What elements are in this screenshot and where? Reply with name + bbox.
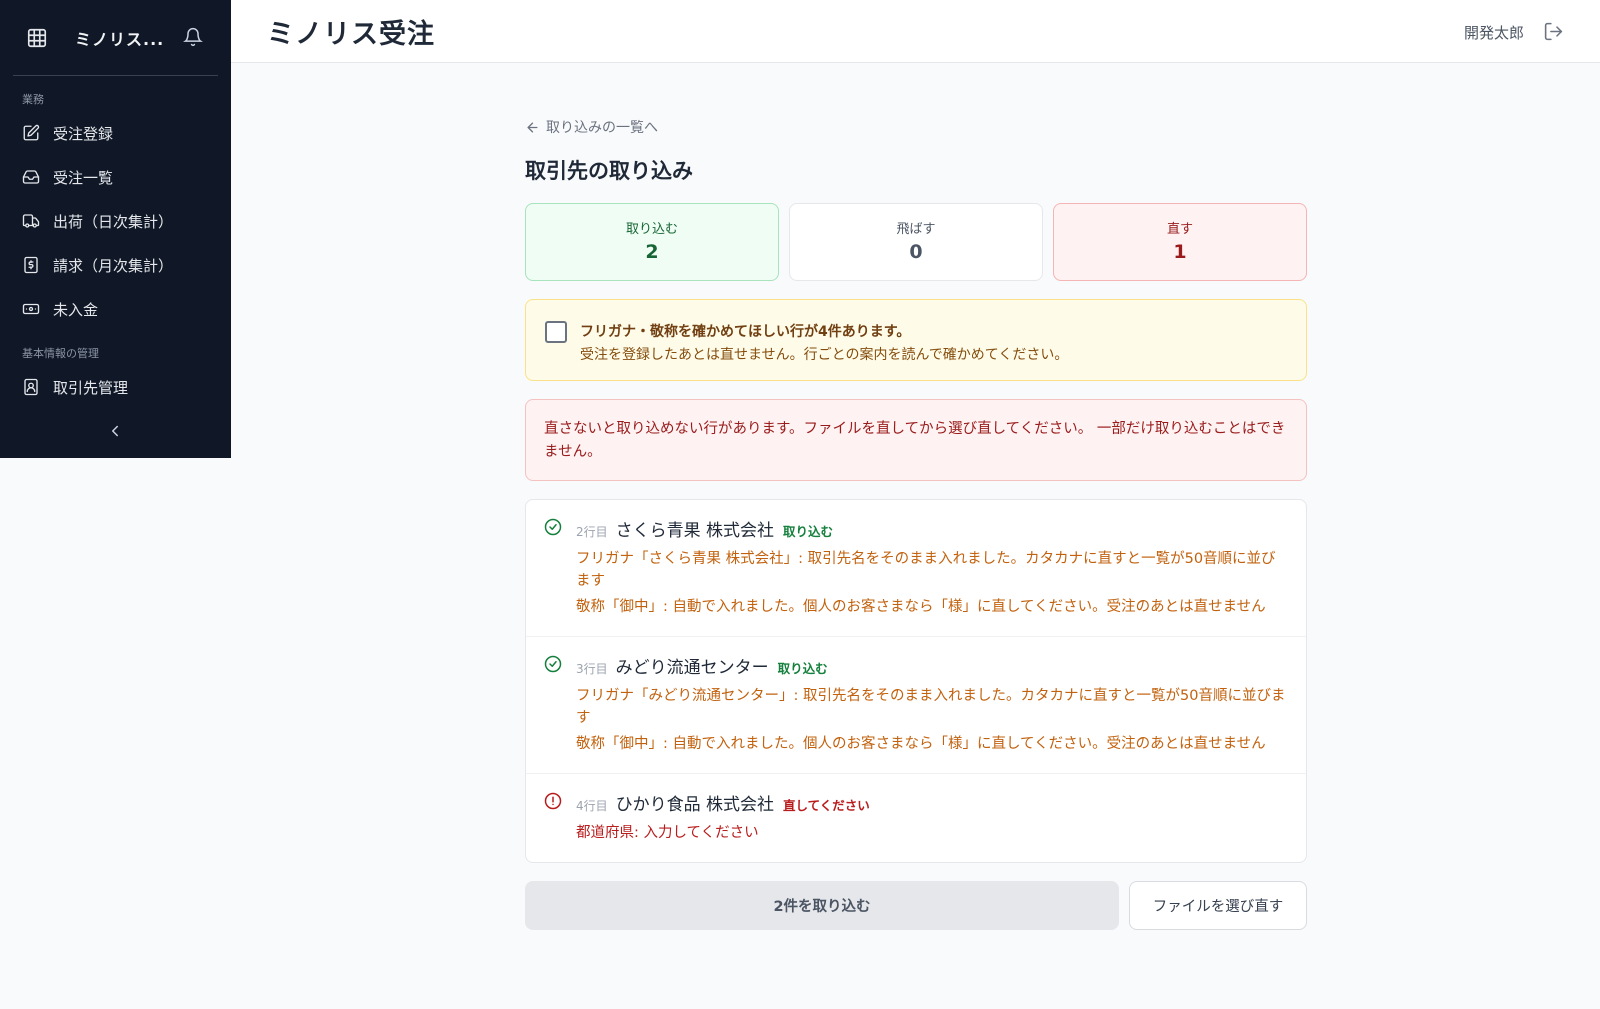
sidebar-header: ミノリス... xyxy=(0,0,231,75)
sidebar-item-unpaid[interactable]: 未入金 xyxy=(0,287,231,331)
sidebar-item-label: 請求（月次集計） xyxy=(53,256,174,275)
banknote-icon xyxy=(22,303,40,315)
row-message: 敬称「御中」: 自動で入れました。個人のお客さまなら「様」に直してください。受注… xyxy=(576,599,1266,615)
truck-icon xyxy=(22,214,40,228)
import-stats: 取り込む 2 飛ばす 0 直す 1 xyxy=(525,203,1307,281)
sidebar-section-label: 基本情報の管理 xyxy=(22,347,99,360)
stat-label: 取り込む xyxy=(625,222,678,237)
sidebar-item-label: 受注一覧 xyxy=(53,168,114,187)
stat-import: 取り込む 2 xyxy=(525,203,779,281)
row-message: 都道府県: 入力してください xyxy=(576,825,759,841)
sidebar-section-label: 業務 xyxy=(22,93,44,106)
stat-skip: 飛ばす 0 xyxy=(789,203,1043,281)
section-heading: 取引先の取り込み xyxy=(525,159,693,183)
row-status-badge: 取り込む xyxy=(783,524,834,539)
grid-icon[interactable] xyxy=(26,27,48,49)
sidebar-item-order-entry[interactable]: 受注登録 xyxy=(0,111,231,155)
action-bar: 2件を取り込む ファイルを選び直す xyxy=(525,881,1307,930)
stat-value: 2 xyxy=(645,241,659,263)
list-item: 4行目 ひかり食品 株式会社 直してください 都道府県: 入力してください xyxy=(526,773,1306,862)
sidebar-item-shipping[interactable]: 出荷（日次集計） xyxy=(0,199,231,243)
row-line-number: 4行目 xyxy=(576,799,608,813)
sidebar-item-label: 取引先管理 xyxy=(53,378,129,397)
row-status-badge: 取り込む xyxy=(777,661,828,676)
page-title: ミノリス受注 xyxy=(267,19,435,50)
confirm-checkbox[interactable] xyxy=(545,321,567,343)
main-content: 取り込みの一覧へ 取引先の取り込み 取り込む 2 飛ばす 0 直す 1 フリガナ… xyxy=(525,115,1307,930)
row-line-number: 2行目 xyxy=(576,525,608,539)
sidebar-divider xyxy=(13,75,218,76)
back-link-label: 取り込みの一覧へ xyxy=(546,120,658,136)
alert-circle-icon xyxy=(544,792,562,810)
import-rows: 2行目 さくら青果 株式会社 取り込む フリガナ「さくら青果 株式会社」: 取引… xyxy=(525,499,1307,863)
sidebar-item-label: 出荷（日次集計） xyxy=(53,212,174,231)
error-text: 直さないと取り込めない行があります。ファイルを直してから選び直してください。 一… xyxy=(544,421,1286,460)
check-circle-icon xyxy=(544,518,562,536)
row-client-name: さくら青果 株式会社 xyxy=(615,521,775,541)
sidebar-item-label: 未入金 xyxy=(53,300,99,319)
edit-icon xyxy=(23,124,40,141)
bell-icon[interactable] xyxy=(183,27,203,47)
sidebar-item-order-list[interactable]: 受注一覧 xyxy=(0,155,231,199)
stat-fix: 直す 1 xyxy=(1053,203,1307,281)
arrow-left-icon xyxy=(527,122,538,132)
list-item: 2行目 さくら青果 株式会社 取り込む フリガナ「さくら青果 株式会社」: 取引… xyxy=(526,500,1306,636)
sidebar-item-billing[interactable]: 請求（月次集計） xyxy=(0,243,231,287)
back-link[interactable]: 取り込みの一覧へ xyxy=(525,115,1307,139)
row-client-name: ひかり食品 株式会社 xyxy=(615,795,775,815)
stat-label: 飛ばす xyxy=(896,222,936,237)
row-message: 敬称「御中」: 自動で入れました。個人のお客さまなら「様」に直してください。受注… xyxy=(576,736,1266,752)
warning-title: フリガナ・敬称を確かめてほしい行が4件あります。 xyxy=(580,324,911,340)
warning-subtitle: 受注を登録したあとは直せません。行ごとの案内を読んで確かめてください。 xyxy=(580,347,1069,363)
sidebar: ミノリス... 業務 受注登録 受注一覧 出荷（日次集計） 請求（月次集計） 未… xyxy=(0,0,231,458)
chevron-left-icon[interactable] xyxy=(106,422,124,440)
check-circle-icon xyxy=(544,655,562,673)
row-message: フリガナ「さくら青果 株式会社」: 取引先名をそのまま入れました。カタカナに直す… xyxy=(576,551,1276,589)
user-name[interactable]: 開発太郎 xyxy=(1464,22,1524,43)
import-button[interactable]: 2件を取り込む xyxy=(525,881,1119,930)
sidebar-app-name[interactable]: ミノリス... xyxy=(75,26,164,50)
sidebar-item-label: 受注登録 xyxy=(53,124,114,143)
list-item: 3行目 みどり流通センター 取り込む フリガナ「みどり流通センター」: 取引先名… xyxy=(526,636,1306,773)
inbox-icon xyxy=(22,170,40,184)
stat-label: 直す xyxy=(1166,222,1193,237)
top-header: ミノリス受注 開発太郎 xyxy=(231,0,1600,63)
stat-value: 0 xyxy=(909,241,923,263)
logout-icon[interactable] xyxy=(1543,21,1564,42)
row-client-name: みどり流通センター xyxy=(615,658,769,678)
stat-value: 1 xyxy=(1173,241,1187,263)
row-status-badge: 直してください xyxy=(783,798,870,813)
row-line-number: 3行目 xyxy=(576,662,608,676)
contact-icon xyxy=(24,378,38,396)
sidebar-item-clients[interactable]: 取引先管理 xyxy=(0,365,231,409)
invoice-icon xyxy=(24,256,38,274)
row-message: フリガナ「みどり流通センター」: 取引先名をそのまま入れました。カタカナに直すと… xyxy=(576,688,1286,726)
error-alert: 直さないと取り込めない行があります。ファイルを直してから選び直してください。 一… xyxy=(525,399,1307,481)
confirmation-warning: フリガナ・敬称を確かめてほしい行が4件あります。 受注を登録したあとは直せません… xyxy=(525,299,1307,381)
reselect-file-button[interactable]: ファイルを選び直す xyxy=(1129,881,1307,930)
